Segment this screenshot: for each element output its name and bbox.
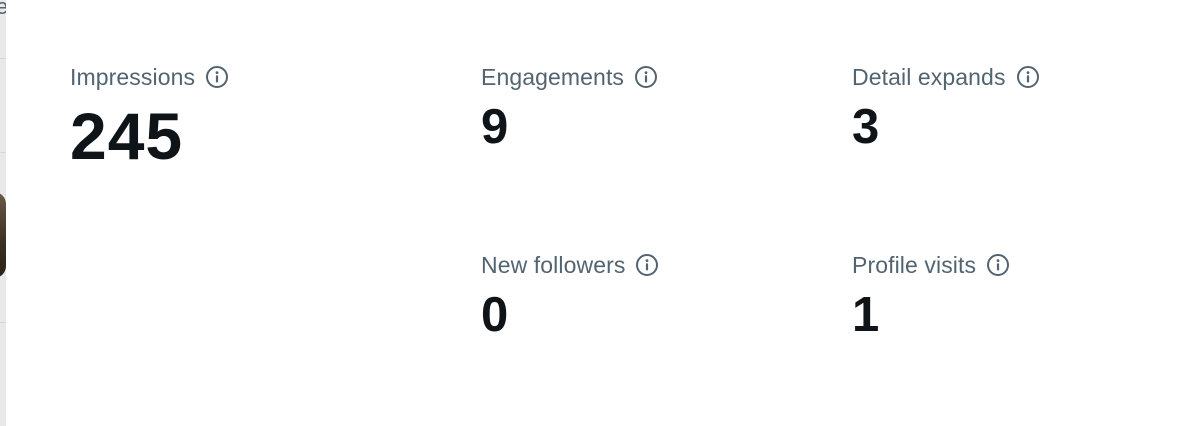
info-icon[interactable] [986,253,1010,277]
metric-new-followers: New followers 0 [481,251,659,340]
edge-partial-text: e [0,0,6,18]
metric-label-row: New followers [481,251,659,279]
metric-label-row: Detail expands [852,63,1040,91]
background-page-edge: e [0,0,6,426]
metric-label: Impressions [70,64,196,90]
metric-value: 1 [852,288,880,342]
info-icon[interactable] [1016,65,1040,89]
metric-value: 9 [481,100,509,154]
metric-label-row: Profile visits [852,251,1010,279]
edge-divider [0,322,6,323]
info-icon[interactable] [205,65,229,89]
metric-label: Profile visits [852,252,977,278]
metric-value: 0 [481,288,509,342]
post-analytics-panel: e Impressions 245 Engagements [0,0,1204,426]
metric-value: 245 [70,99,184,173]
metric-impressions: Impressions 245 [70,63,229,169]
metric-profile-visits: Profile visits 1 [852,251,1010,340]
info-icon[interactable] [635,253,659,277]
edge-divider [0,152,6,153]
edge-avatar [0,192,6,278]
metric-label: New followers [481,252,626,278]
metric-label: Engagements [481,64,625,90]
metric-value: 3 [852,100,880,154]
metric-label-row: Engagements [481,63,658,91]
metric-engagements: Engagements 9 [481,63,658,152]
metric-label-row: Impressions [70,63,229,91]
metric-label: Detail expands [852,64,1006,90]
info-icon[interactable] [634,65,658,89]
edge-divider [0,58,6,59]
metric-detail-expands: Detail expands 3 [852,63,1040,152]
